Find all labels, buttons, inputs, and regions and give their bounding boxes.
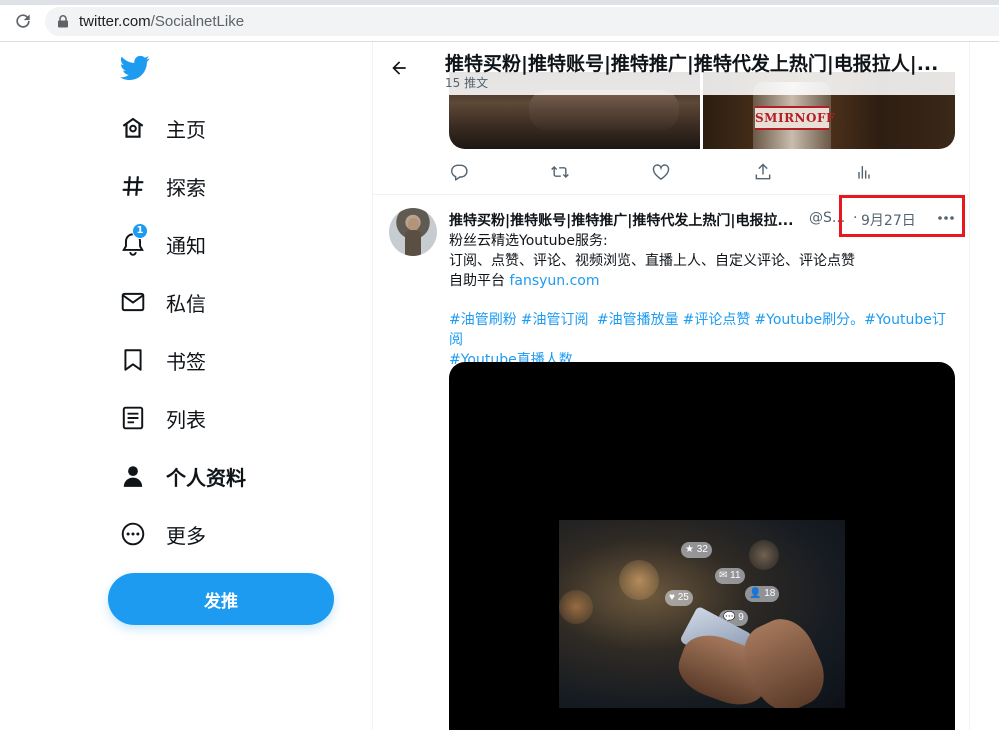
main-timeline: SMIRNOFF 推特买粉|推特账号|推特推广|推特代发上热门|电报拉人|...…	[372, 42, 970, 730]
video-thumbnail: ★ 32 ✉ 11 ♥ 25 👤 18 💬 9	[559, 520, 845, 708]
sidebar-item-label: 个人资料	[166, 465, 246, 490]
avatar-body	[405, 230, 421, 256]
sidebar-item-label: 探索	[166, 175, 206, 200]
tweet-text-line: 自助平台 fansyun.com	[449, 271, 959, 291]
sidebar-item-label: 书签	[166, 349, 206, 374]
mail-bubble: ✉ 11	[715, 568, 745, 584]
avatar[interactable]	[389, 208, 437, 256]
bokeh-light	[619, 560, 659, 600]
heart-bubble: ♥ 25	[665, 590, 693, 606]
sidebar-item-label: 私信	[166, 291, 206, 316]
list-icon	[122, 406, 144, 430]
tweet-button[interactable]: 发推	[108, 573, 334, 625]
bookmark-icon	[124, 349, 142, 371]
home-icon	[122, 117, 144, 138]
tweet-actions	[441, 162, 881, 184]
hashtag-link[interactable]: #油管刷粉	[449, 312, 517, 328]
tweet-hashtags: #油管刷粉 #油管订阅 #油管播放量 #评论点赞 #Youtube刷分。#Youtub…	[449, 310, 959, 370]
tweet-text-prefix: 自助平台	[449, 273, 510, 289]
sidebar-item-messages[interactable]: 私信	[108, 278, 308, 326]
sidebar-item-bookmarks[interactable]: 书签	[108, 336, 308, 384]
profile-header: 推特买粉|推特账号|推特推广|推特代发上热门|电报拉人|... 15 推文	[373, 42, 969, 95]
hashtag-link[interactable]: #评论点赞	[683, 312, 751, 328]
tweet-video[interactable]: ★ 32 ✉ 11 ♥ 25 👤 18 💬 9	[449, 362, 955, 730]
back-arrow-icon[interactable]	[389, 58, 409, 78]
tweet-link[interactable]: fansyun.com	[509, 273, 599, 289]
address-bar[interactable]: twitter.com/SocialnetLike	[45, 7, 999, 36]
tweet-text: 粉丝云精选Youtube服务: 订阅、点赞、评论、视频浏览、直播上人、自定义评论…	[449, 231, 959, 291]
sidebar-item-profile[interactable]: 个人资料	[108, 452, 308, 500]
hashtag-link[interactable]: #油管播放量	[597, 312, 679, 328]
url-text: twitter.com/SocialnetLike	[79, 13, 245, 30]
reply-icon[interactable]	[449, 162, 469, 182]
hashtag-icon	[122, 176, 144, 196]
couch-shape	[529, 90, 679, 130]
sidebar-item-label: 主页	[166, 117, 206, 142]
bokeh-light	[749, 540, 779, 570]
bokeh-light	[559, 590, 593, 624]
hashtag-link[interactable]: #油管订阅	[521, 312, 589, 328]
tab-strip	[0, 0, 999, 5]
person-icon	[123, 466, 143, 487]
sidebar-item-lists[interactable]: 列表	[108, 394, 308, 442]
retweet-icon[interactable]	[550, 162, 570, 182]
bottle-label: SMIRNOFF	[755, 106, 835, 130]
sidebar-item-label: 更多	[166, 523, 206, 548]
mail-icon	[121, 292, 145, 312]
more-circle-icon	[121, 522, 145, 546]
star-bubble: ★ 32	[681, 542, 712, 558]
sidebar-item-notifications[interactable]: 1 通知	[108, 220, 308, 268]
page-title: 推特买粉|推特账号|推特推广|推特代发上热门|电报拉人|...	[445, 53, 939, 75]
lock-icon[interactable]	[57, 15, 69, 28]
tweet-text-line: 订阅、点赞、评论、视频浏览、直播上人、自定义评论、评论点赞	[449, 253, 855, 269]
sidebar: 主页 探索 1 通知 私信 书签 列表 个人资料 更多 发推	[0, 42, 372, 730]
share-icon[interactable]	[753, 162, 773, 182]
sidebar-item-home[interactable]: 主页	[108, 104, 308, 152]
reload-icon[interactable]	[13, 11, 33, 31]
tweet-author-name[interactable]: 推特买粉|推特账号|推特推广|推特代发上热门|电报拉...	[449, 210, 804, 230]
tweet-text-line: 粉丝云精选Youtube服务:	[449, 233, 608, 249]
like-icon[interactable]	[651, 162, 671, 182]
tweet-count: 15 推文	[445, 76, 489, 90]
sidebar-item-label: 通知	[166, 233, 206, 258]
sidebar-item-explore[interactable]: 探索	[108, 162, 308, 210]
user-bubble: 👤 18	[745, 586, 780, 602]
analytics-icon[interactable]	[854, 162, 874, 182]
notification-badge: 1	[132, 223, 148, 239]
browser-toolbar: twitter.com/SocialnetLike	[0, 0, 999, 42]
twitter-logo-icon[interactable]	[120, 55, 150, 81]
sidebar-item-more[interactable]: 更多	[108, 510, 308, 558]
sidebar-item-label: 列表	[166, 407, 206, 432]
